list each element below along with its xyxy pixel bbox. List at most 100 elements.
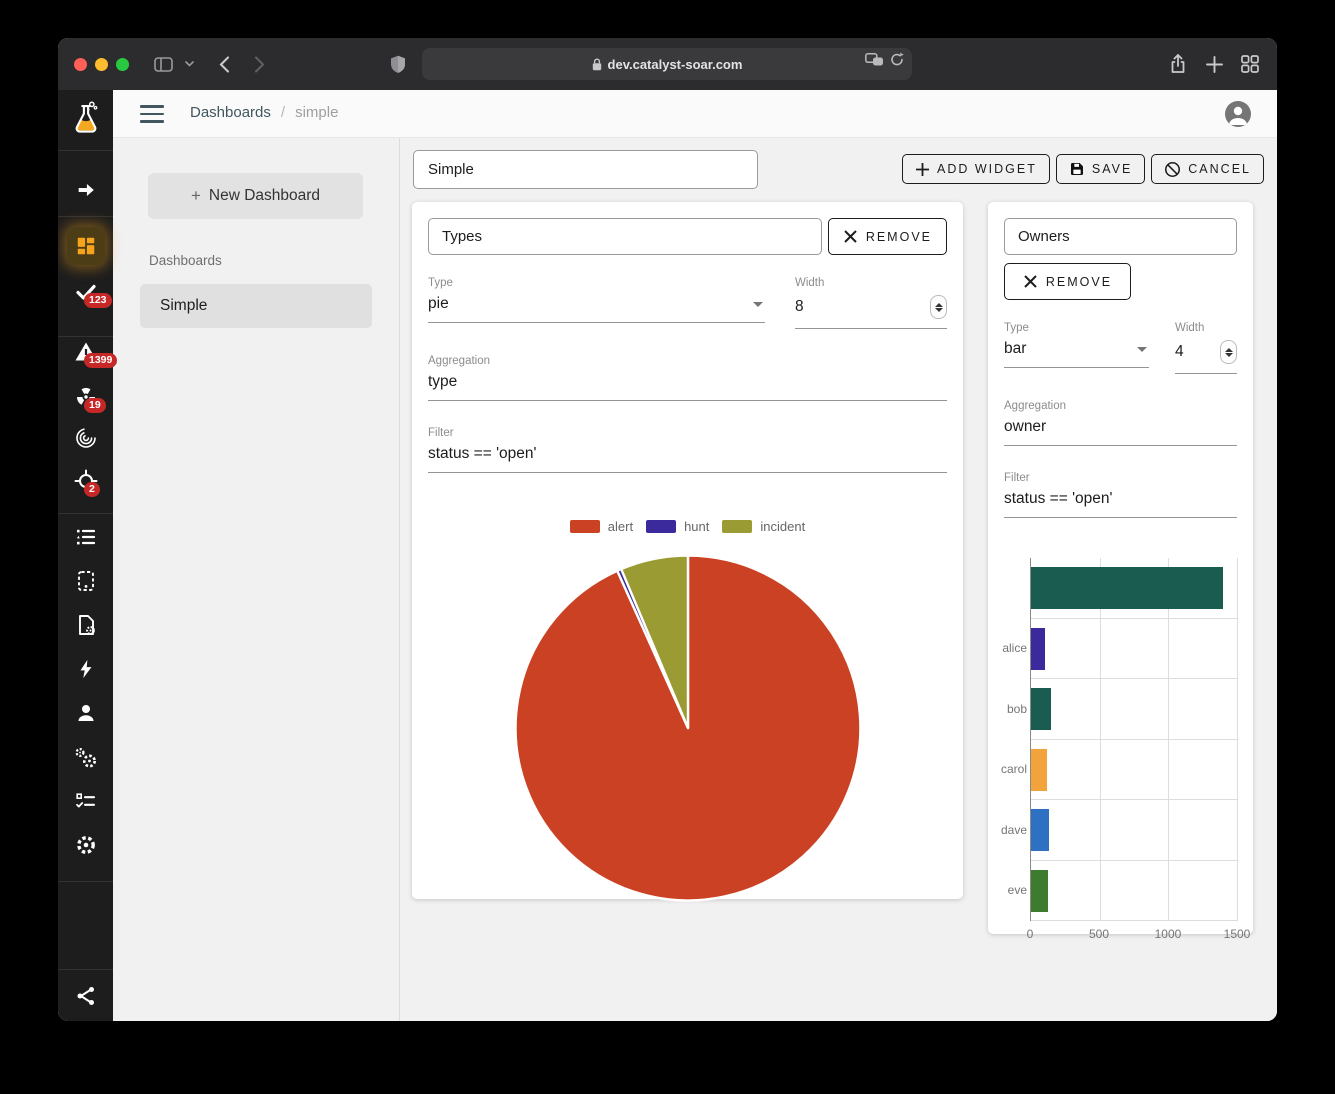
pie-svg bbox=[506, 546, 870, 910]
rail-item-files[interactable] bbox=[58, 603, 113, 647]
bar-x-axis: 050010001500 bbox=[1030, 921, 1237, 943]
add-widget-button[interactable]: ADD WIDGET bbox=[902, 154, 1050, 184]
widget-name-input[interactable] bbox=[1004, 218, 1237, 255]
close-window-button[interactable] bbox=[74, 58, 87, 71]
rail-item-lists[interactable] bbox=[58, 515, 113, 559]
bar-category-label: carol bbox=[1001, 740, 1027, 800]
save-button[interactable]: SAVE bbox=[1056, 154, 1145, 184]
legend-swatch bbox=[646, 520, 676, 533]
dashboards-section-label: Dashboards bbox=[149, 253, 372, 268]
legend-label: incident bbox=[760, 519, 805, 534]
rail-item-share[interactable] bbox=[58, 974, 113, 1018]
widget-type-select[interactable]: Type bar bbox=[1004, 322, 1149, 374]
rail-item-integrations[interactable] bbox=[58, 736, 113, 780]
arrow-right-icon bbox=[75, 179, 97, 201]
widget-aggregation-input[interactable]: Aggregation type bbox=[428, 355, 947, 401]
translate-icon[interactable] bbox=[865, 53, 884, 71]
widget-filter-input[interactable]: Filter status == 'open' bbox=[428, 427, 947, 473]
cancel-icon bbox=[1164, 161, 1181, 178]
widget-filter-input[interactable]: Filter status == 'open' bbox=[1004, 472, 1237, 518]
dashboards-panel: + New Dashboard Dashboards Simple bbox=[113, 138, 400, 1021]
number-stepper[interactable] bbox=[930, 295, 947, 319]
rail-item-settings[interactable] bbox=[58, 823, 113, 867]
editor-actions: ADD WIDGET SAVE CANCEL bbox=[902, 154, 1264, 184]
rail-item-jobs[interactable] bbox=[58, 779, 113, 823]
screen: dev.catalyst-soar.com bbox=[0, 0, 1335, 1094]
tasks-badge: 123 bbox=[84, 293, 112, 308]
rail-item-automations[interactable] bbox=[58, 647, 113, 691]
rail-item-hunts[interactable]: 2 bbox=[58, 459, 113, 503]
number-stepper[interactable] bbox=[1220, 340, 1237, 364]
rail-item-templates[interactable] bbox=[58, 559, 113, 603]
shield-extension-icon[interactable] bbox=[386, 52, 410, 76]
browser-toolbar: dev.catalyst-soar.com bbox=[58, 38, 1277, 90]
remove-widget-button[interactable]: REMOVE bbox=[828, 218, 947, 255]
rail-item-incidents[interactable]: 19 bbox=[58, 375, 113, 419]
widget-type-select[interactable]: Type pie bbox=[428, 277, 765, 329]
rail-item-tasks[interactable]: 123 bbox=[58, 270, 113, 314]
app-body: + New Dashboard Dashboards Simple ADD WI bbox=[113, 138, 1277, 1021]
rail-divider bbox=[58, 881, 113, 882]
pie-chart bbox=[428, 546, 947, 910]
rail-item-alerts[interactable]: 1399 bbox=[58, 330, 113, 374]
dashboard-list-item-simple[interactable]: Simple bbox=[140, 284, 372, 328]
bar-row bbox=[1031, 558, 1237, 619]
chevron-down-icon[interactable] bbox=[182, 52, 196, 76]
tab-overview-icon[interactable] bbox=[1238, 52, 1262, 76]
reload-icon[interactable] bbox=[890, 52, 904, 72]
bar-plot: alicebobcaroldaveeve bbox=[1030, 558, 1237, 921]
minimize-window-button[interactable] bbox=[95, 58, 108, 71]
flask-icon bbox=[67, 100, 105, 140]
new-dashboard-button[interactable]: + New Dashboard bbox=[148, 173, 363, 219]
widget-card-types: REMOVE Type pie Width 8 bbox=[412, 202, 963, 899]
share-nodes-icon bbox=[74, 984, 98, 1008]
dashboard-editor: ADD WIDGET SAVE CANCEL bbox=[400, 138, 1277, 1021]
rail-divider bbox=[58, 216, 113, 217]
rail-divider bbox=[58, 969, 113, 970]
new-tab-icon[interactable] bbox=[1202, 52, 1226, 76]
bar bbox=[1031, 688, 1051, 730]
user-avatar[interactable] bbox=[1225, 101, 1251, 127]
gridline bbox=[1237, 558, 1238, 921]
hunts-badge: 2 bbox=[84, 482, 100, 497]
share-icon[interactable] bbox=[1166, 52, 1190, 76]
address-bar[interactable]: dev.catalyst-soar.com bbox=[422, 48, 912, 80]
bar-category-label: dave bbox=[1001, 800, 1027, 860]
gear-icon bbox=[73, 832, 99, 858]
x-tick-label: 1500 bbox=[1224, 927, 1251, 941]
catalyst-logo[interactable] bbox=[58, 96, 113, 144]
save-icon bbox=[1069, 161, 1085, 177]
legend-label: alert bbox=[608, 519, 633, 534]
breadcrumb-dashboards[interactable]: Dashboards bbox=[190, 104, 271, 121]
dashboard-name-input[interactable] bbox=[413, 150, 758, 189]
widget-width-input[interactable]: Width 4 bbox=[1175, 322, 1237, 374]
bar bbox=[1031, 749, 1047, 791]
remove-widget-button[interactable]: REMOVE bbox=[1004, 263, 1131, 300]
app-root: 123 1399 19 bbox=[58, 90, 1277, 1021]
rail-item-dashboards-active[interactable] bbox=[58, 222, 113, 270]
bar-row: alice bbox=[1031, 619, 1237, 680]
rail-item-flows[interactable] bbox=[58, 168, 113, 212]
back-button[interactable] bbox=[212, 52, 236, 76]
dropdown-caret-icon bbox=[1137, 347, 1147, 352]
bar-category-label: alice bbox=[1001, 619, 1027, 679]
alerts-badge: 1399 bbox=[84, 353, 117, 368]
sidebar-toggle-icon[interactable] bbox=[151, 52, 175, 76]
forward-button[interactable] bbox=[247, 52, 271, 76]
checklist-icon bbox=[74, 789, 98, 813]
rail-divider bbox=[58, 513, 113, 514]
breadcrumb: Dashboards / simple bbox=[190, 104, 338, 121]
bar bbox=[1031, 567, 1223, 609]
rail-item-users[interactable] bbox=[58, 691, 113, 735]
lightning-icon bbox=[75, 657, 97, 681]
widget-aggregation-input[interactable]: Aggregation owner bbox=[1004, 400, 1237, 446]
menu-toggle-button[interactable] bbox=[140, 105, 164, 123]
widget-name-input[interactable] bbox=[428, 218, 822, 255]
widget-width-input[interactable]: Width 8 bbox=[795, 277, 947, 329]
bar-category-label bbox=[1001, 558, 1027, 618]
zoom-window-button[interactable] bbox=[116, 58, 129, 71]
pie-legend: alerthuntincident bbox=[428, 519, 947, 534]
lock-icon bbox=[592, 58, 602, 71]
cancel-button[interactable]: CANCEL bbox=[1151, 154, 1264, 184]
rail-item-forensics[interactable] bbox=[58, 416, 113, 460]
